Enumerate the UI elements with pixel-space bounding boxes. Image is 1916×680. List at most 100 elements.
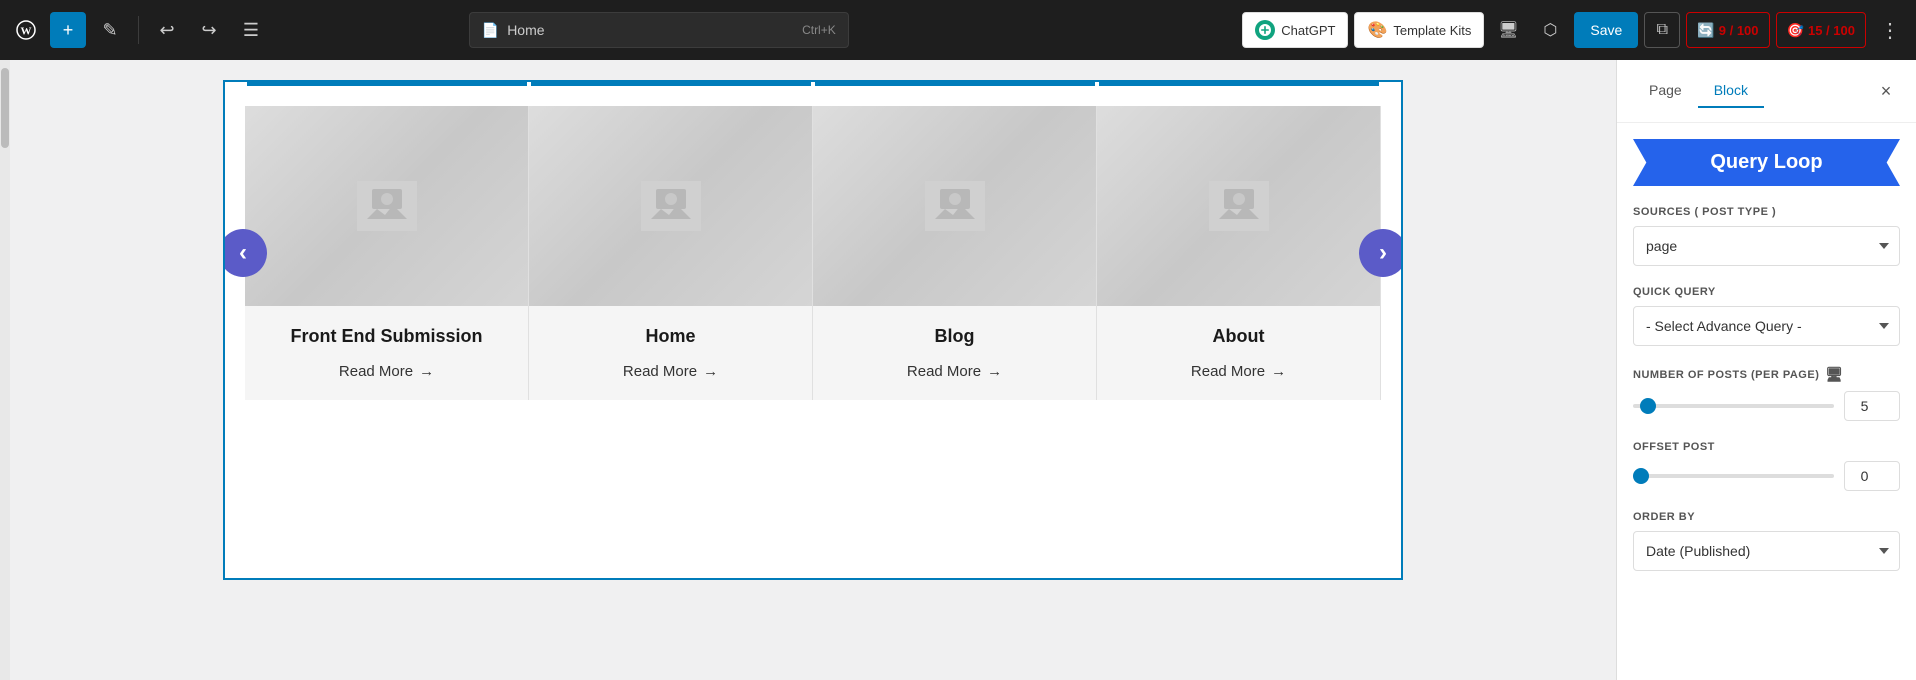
scrollbar-thumb[interactable] [1,68,9,148]
chatgpt-button[interactable]: ChatGPT [1242,12,1348,48]
carousel-next-button[interactable]: › [1359,229,1403,277]
view-mode-button[interactable]: 🖥 [1490,12,1526,48]
edit-mode-button[interactable]: ✎ [92,12,128,48]
sources-label: SOURCES ( POST TYPE ) [1633,206,1900,218]
card-2: Home Read More → [529,106,813,400]
card-2-link-text: Read More [623,363,697,380]
chevron-left-icon: ‹ [239,239,247,267]
offset-post-section: OFFSET POST [1633,441,1900,491]
number-posts-section: NUMBER OF POSTS (PER PAGE) 🖥 [1633,366,1900,421]
block-switcher-button[interactable]: ⧉ [1644,12,1680,48]
wp-logo[interactable]: W [8,12,44,48]
number-posts-slider-container [1633,391,1900,421]
search-shortcut: Ctrl+K [802,23,836,37]
list-icon: ☰ [243,20,259,41]
close-icon: × [1881,81,1892,102]
blocks-counter[interactable]: 🎯 15 / 100 [1776,12,1866,48]
card-2-image-placeholder [529,106,812,306]
card-3-arrow-icon: → [987,363,1002,380]
toolbar: W + ✎ ↩ ↪ ☰ 📄 Ctrl+K ChatGPT 🎨 [0,0,1916,60]
card-1-link-text: Read More [339,363,413,380]
number-posts-label: NUMBER OF POSTS (PER PAGE) 🖥 [1633,366,1900,383]
chatgpt-label: ChatGPT [1281,23,1335,38]
card-3-link-text: Read More [907,363,981,380]
number-posts-slider[interactable] [1633,404,1834,408]
card-2-title: Home [545,326,796,347]
card-1-image [245,106,528,306]
list-view-button[interactable]: ☰ [233,12,269,48]
order-by-label: ORDER BY [1633,511,1900,523]
card-1-title: Front End Submission [261,326,512,347]
toolbar-separator-1 [138,16,139,44]
chatgpt-icon [1255,20,1275,40]
card-1: Front End Submission Read More → [245,106,529,400]
card-4-title: About [1113,326,1364,347]
card-1-image-placeholder [245,106,528,306]
sidebar-tabs: Page Block [1633,74,1764,108]
quick-query-select[interactable]: - Select Advance Query - Latest Posts Fe… [1633,306,1900,346]
sources-section: SOURCES ( POST TYPE ) page post custom [1633,206,1900,266]
card-1-arrow-icon: → [419,363,434,380]
card-4-link[interactable]: Read More → [1113,363,1364,380]
plus-icon: + [63,20,74,41]
tab-block[interactable]: Block [1698,74,1764,108]
card-3-body: Blog Read More → [813,306,1096,400]
desktop-icon: 🖥 [1498,20,1518,40]
card-4-image [1097,106,1380,306]
sources-select[interactable]: page post custom [1633,226,1900,266]
tab-page[interactable]: Page [1633,74,1698,108]
save-button[interactable]: Save [1574,12,1638,48]
canvas-scrollbar[interactable] [0,60,10,680]
number-posts-input[interactable] [1844,391,1900,421]
blocks-icon: 🎯 [1787,22,1804,39]
offset-post-slider-container [1633,461,1900,491]
card-4: About Read More → [1097,106,1381,400]
sidebar-content: Query Loop SOURCES ( POST TYPE ) page po… [1617,123,1916,680]
template-kits-icon: 🎨 [1367,20,1387,40]
template-kits-label: Template Kits [1393,23,1471,38]
offset-post-label: OFFSET POST [1633,441,1900,453]
revisions-counter[interactable]: 🔄 9 / 100 [1686,12,1769,48]
command-search[interactable]: 📄 Ctrl+K [469,12,849,48]
undo-button[interactable]: ↩ [149,12,185,48]
svg-text:W: W [21,26,32,38]
pencil-icon: ✎ [102,20,117,41]
card-3-image [813,106,1096,306]
chevron-right-icon: › [1379,239,1387,267]
card-4-link-text: Read More [1191,363,1265,380]
add-block-button[interactable]: + [50,12,86,48]
card-1-link[interactable]: Read More → [261,363,512,380]
offset-post-slider[interactable] [1633,474,1834,478]
options-icon: ⋮ [1880,18,1900,43]
card-3-link[interactable]: Read More → [829,363,1080,380]
canvas-content: ‹ F [223,80,1403,580]
redo-button[interactable]: ↪ [191,12,227,48]
search-input[interactable] [507,22,794,38]
offset-post-input[interactable] [1844,461,1900,491]
card-4-arrow-icon: → [1271,363,1286,380]
cards-container: ‹ F [225,86,1401,420]
order-by-select[interactable]: Date (Published) Date (Modified) Title [1633,531,1900,571]
quick-query-label: QUICK QUERY [1633,286,1900,298]
monitor-icon: 🖥 [1825,366,1843,383]
card-1-body: Front End Submission Read More → [245,306,528,400]
query-loop-banner: Query Loop [1633,139,1900,186]
sidebar: Page Block × Query Loop SOURCES ( POST T… [1616,60,1916,680]
sidebar-close-button[interactable]: × [1872,77,1900,105]
card-3-title: Blog [829,326,1080,347]
blocks-value: 15 / 100 [1808,23,1855,38]
card-2-link[interactable]: Read More → [545,363,796,380]
card-4-body: About Read More → [1097,306,1380,400]
preview-button[interactable]: ⬡ [1532,12,1568,48]
external-link-icon: ⬡ [1543,20,1557,40]
switcher-icon: ⧉ [1657,21,1668,39]
order-by-section: ORDER BY Date (Published) Date (Modified… [1633,511,1900,571]
options-button[interactable]: ⋮ [1872,12,1908,48]
main-area: ‹ F [0,60,1916,680]
card-3-image-placeholder [813,106,1096,306]
toolbar-right: ChatGPT 🎨 Template Kits 🖥 ⬡ Save ⧉ 🔄 9 /… [1242,12,1908,48]
canvas: ‹ F [10,60,1616,680]
document-icon: 📄 [482,22,499,39]
card-3: Blog Read More → [813,106,1097,400]
template-kits-button[interactable]: 🎨 Template Kits [1354,12,1484,48]
